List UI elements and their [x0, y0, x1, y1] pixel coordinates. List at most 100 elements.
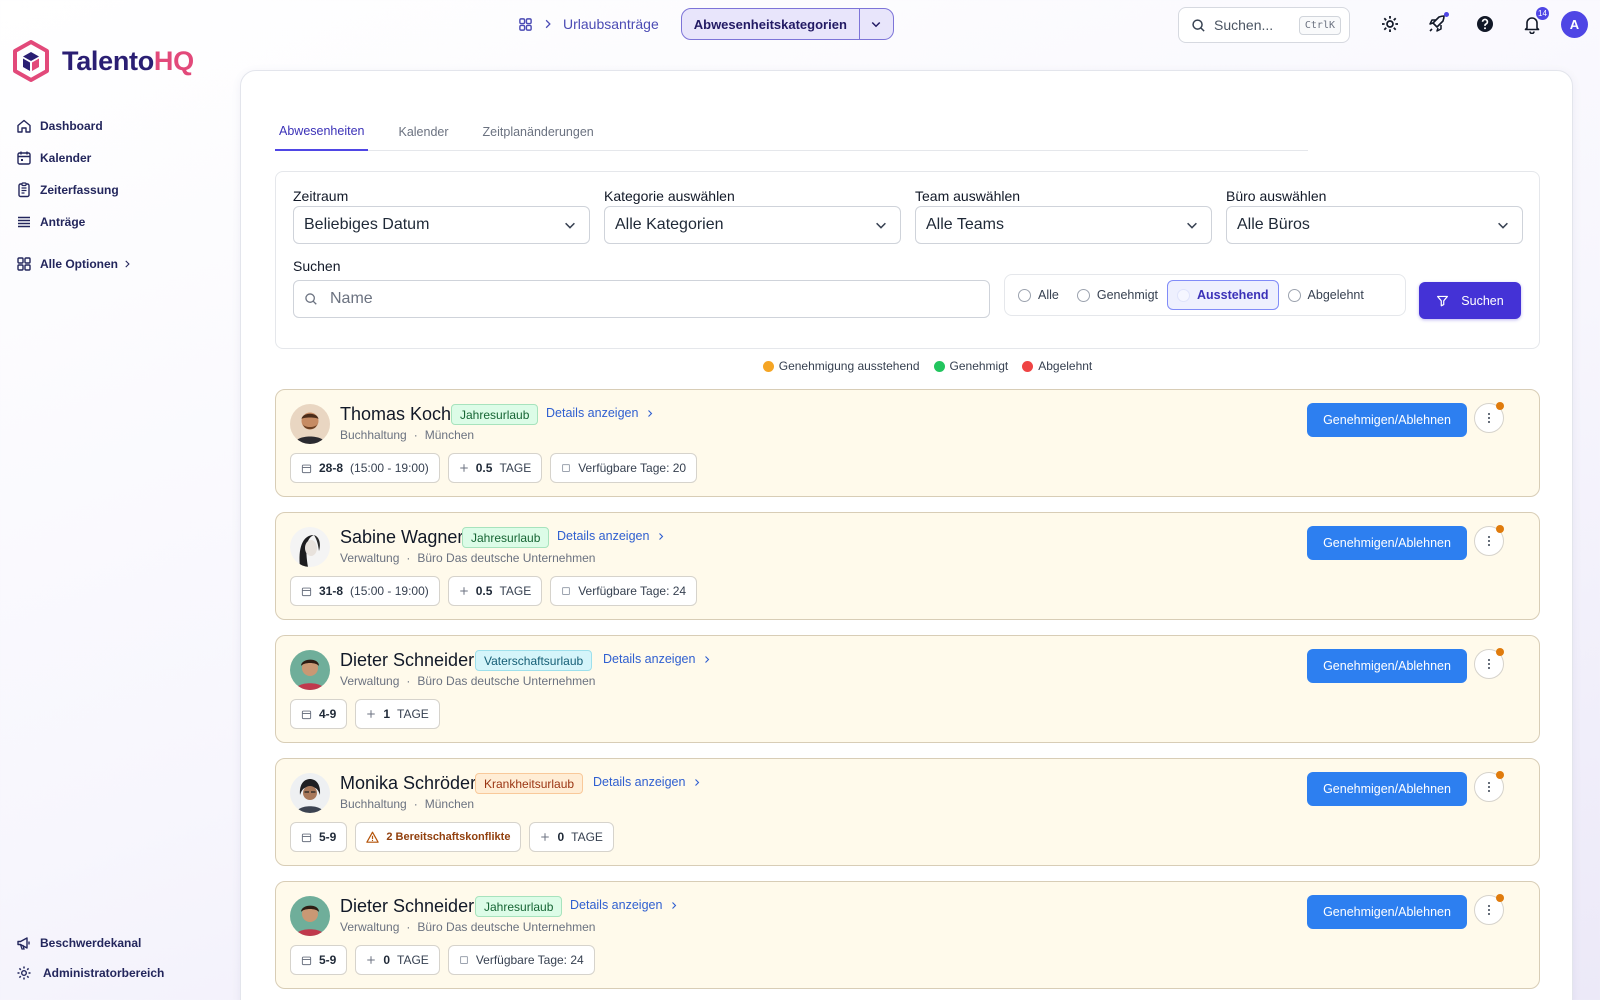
- chevron-right-icon: [545, 19, 551, 29]
- plus-icon: [367, 710, 376, 718]
- notification-count-badge: 14: [1536, 7, 1549, 20]
- period-select[interactable]: Beliebiges Datum: [293, 206, 590, 244]
- request-row: Thomas Koch Jahresurlaub Details anzeige…: [275, 389, 1540, 497]
- details-link[interactable]: Details anzeigen: [603, 652, 711, 666]
- avatar: [290, 896, 330, 936]
- legend-label: Genehmigung ausstehend: [778, 359, 920, 373]
- office: München: [424, 797, 475, 811]
- available-days: Verfügbare Tage: 24: [475, 953, 584, 967]
- category-value: Alle Kategorien: [615, 216, 724, 233]
- launch-dot-badge: [1444, 12, 1449, 17]
- available-days-chip: Verfügbare Tage: 24: [550, 576, 698, 606]
- employee-name: Dieter Schneider: [340, 650, 475, 670]
- brand-logo[interactable]: TalentoHQ: [12, 40, 194, 82]
- status-radio-ausstehend[interactable]: Ausstehend: [1167, 280, 1279, 310]
- gear-icon: [17, 966, 31, 980]
- date-chip: 4-9: [290, 699, 348, 729]
- pending-status-dot: [1496, 771, 1504, 779]
- time-range: (15:00 - 19:00): [350, 461, 429, 475]
- global-search[interactable]: Suchen... CtrlK: [1178, 7, 1350, 43]
- sidebar-item-kalender[interactable]: Kalender: [16, 142, 216, 174]
- period-label: Zeitraum: [293, 188, 349, 204]
- date-chip: 5-9: [290, 822, 348, 852]
- chevron-right-icon: [125, 260, 130, 268]
- approve-reject-button[interactable]: Genehmigen/Ablehnen: [1307, 649, 1467, 683]
- tab-abwesenheiten[interactable]: Abwesenheiten: [275, 113, 369, 151]
- sidebar-item-label: Zeiterfassung: [40, 183, 119, 197]
- team-select[interactable]: Alle Teams: [915, 206, 1212, 244]
- details-link[interactable]: Details anzeigen: [570, 898, 678, 912]
- conflict-chip[interactable]: 2 Bereitschaftskonflikte: [355, 822, 522, 852]
- details-link[interactable]: Details anzeigen: [557, 529, 665, 543]
- launch-button[interactable]: [1425, 12, 1449, 36]
- sidebar: TalentoHQ Dashboard Kalender Zeiterfassu…: [0, 0, 240, 1000]
- details-link[interactable]: Details anzeigen: [546, 406, 654, 420]
- user-avatar[interactable]: A: [1561, 11, 1588, 38]
- status-radio-abgelehnt[interactable]: Abgelehnt: [1279, 280, 1373, 310]
- search-button[interactable]: Suchen: [1419, 282, 1521, 319]
- department: Verwaltung: [340, 551, 400, 565]
- request-chips: 31-8 (15:00 - 19:00) 0.5 TAGE Verfügbare T…: [290, 576, 698, 606]
- employee-name: Monika Schröder: [340, 773, 477, 793]
- approve-reject-button[interactable]: Genehmigen/Ablehnen: [1307, 895, 1467, 929]
- chevron-down-icon: [872, 21, 881, 28]
- sidebar-item-antraege[interactable]: Anträge: [16, 206, 216, 238]
- sidebar-item-zeiterfassung[interactable]: Zeiterfassung: [16, 174, 216, 206]
- more-options-button[interactable]: [1474, 525, 1504, 556]
- request-chips: 5-9 2 Bereitschaftskonflikte 0 TAGE: [290, 822, 614, 852]
- avatar: [290, 650, 330, 690]
- tab-bar: Abwesenheiten Kalender Zeitplanänderunge…: [275, 113, 1308, 151]
- more-options-button[interactable]: [1474, 402, 1504, 433]
- days-unit: TAGE: [397, 707, 429, 721]
- status-filter: Alle Genehmigt Ausstehend Abgelehnt: [1004, 274, 1406, 316]
- days-chip: 0.5 TAGE: [447, 453, 543, 483]
- category-select[interactable]: Alle Kategorien: [604, 206, 901, 244]
- sidebar-item-label: Kalender: [40, 151, 92, 165]
- pending-status-dot: [1496, 402, 1504, 410]
- plus-icon: [367, 956, 376, 964]
- settings-button[interactable]: [1378, 12, 1402, 36]
- breadcrumb-link[interactable]: Urlaubsanträge: [563, 16, 659, 32]
- details-link[interactable]: Details anzeigen: [593, 775, 701, 789]
- name-search-input[interactable]: [330, 290, 979, 308]
- sidebar-item-beschwerdekanal[interactable]: Beschwerdekanal: [16, 928, 226, 958]
- details-label: Details anzeigen: [570, 898, 663, 912]
- calendar-icon: [301, 587, 312, 596]
- department: Buchhaltung: [340, 797, 407, 811]
- tab-zeitplanaenderungen[interactable]: Zeitplanänderungen: [479, 113, 598, 151]
- pending-status-dot: [1496, 894, 1504, 902]
- legend-item-pending: Genehmigung ausstehend: [762, 359, 920, 373]
- approve-reject-button[interactable]: Genehmigen/Ablehnen: [1307, 403, 1467, 437]
- megaphone-icon: [17, 937, 30, 950]
- sidebar-item-dashboard[interactable]: Dashboard: [16, 110, 216, 142]
- radio-label: Genehmigt: [1096, 288, 1158, 302]
- office: Büro Das deutsche Unternehmen: [417, 674, 596, 688]
- search-button-label: Suchen: [1461, 293, 1504, 308]
- filter-panel: Zeitraum Beliebiges Datum Kategorie ausw…: [275, 171, 1540, 349]
- sidebar-item-label: Alle Optionen: [40, 257, 118, 271]
- plus-icon: [541, 833, 550, 841]
- sidebar-item-alle-optionen[interactable]: Alle Optionen: [16, 248, 216, 280]
- status-radio-alle[interactable]: Alle: [1009, 280, 1068, 310]
- available-days-chip: Verfügbare Tage: 20: [550, 453, 698, 483]
- sidebar-item-administratorbereich[interactable]: Administratorbereich: [16, 958, 226, 988]
- approve-reject-button[interactable]: Genehmigen/Ablehnen: [1307, 526, 1467, 560]
- more-options-button[interactable]: [1474, 648, 1504, 679]
- absence-categories-button[interactable]: Abwesenheitskategorien: [682, 9, 860, 39]
- notifications-button[interactable]: 14: [1520, 7, 1549, 36]
- date-chip: 5-9: [290, 945, 348, 975]
- status-radio-genehmigt[interactable]: Genehmigt: [1068, 280, 1167, 310]
- approve-reject-button[interactable]: Genehmigen/Ablehnen: [1307, 772, 1467, 806]
- category-dropdown-toggle[interactable]: [860, 9, 893, 39]
- grid-icon[interactable]: [518, 17, 533, 32]
- category-split-button: Abwesenheitskategorien: [680, 8, 894, 40]
- more-options-button[interactable]: [1474, 894, 1504, 925]
- category-badge: Jahresurlaub: [451, 404, 539, 425]
- days-value: 0: [557, 830, 565, 844]
- office-value: Alle Büros: [1237, 216, 1310, 233]
- office-select[interactable]: Alle Büros: [1226, 206, 1523, 244]
- help-button[interactable]: [1473, 12, 1497, 36]
- available-days: Verfügbare Tage: 24: [578, 584, 687, 598]
- more-options-button[interactable]: [1474, 771, 1504, 802]
- tab-kalender[interactable]: Kalender: [394, 113, 452, 151]
